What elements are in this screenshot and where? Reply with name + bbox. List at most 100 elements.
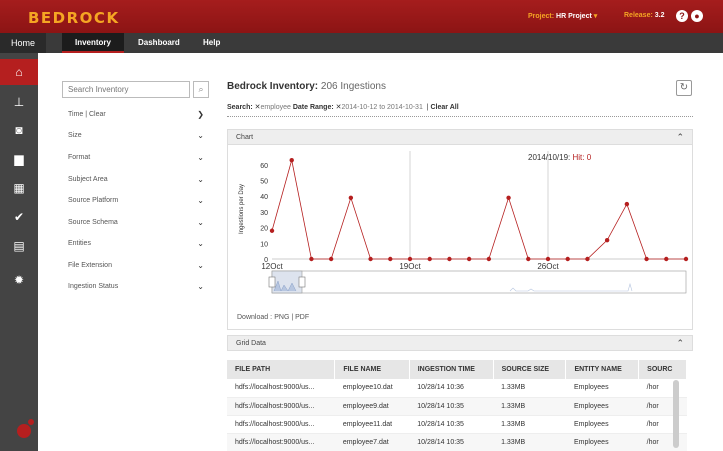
refresh-icon[interactable]: ↻ <box>676 80 692 96</box>
tab-inventory[interactable]: Inventory <box>62 33 124 53</box>
project-selector[interactable]: Project: HR Project ▾ <box>528 12 597 20</box>
data-point <box>683 256 689 262</box>
table-cell: Employees <box>565 397 639 416</box>
column-header[interactable]: FILE PATH <box>227 360 336 379</box>
range-navigator <box>271 270 687 294</box>
search-label: Search: <box>227 104 253 111</box>
table-cell: hdfs://localhost:9000/us... <box>227 433 335 451</box>
table-cell: /hor <box>638 415 687 434</box>
table-row[interactable]: hdfs://localhost:9000/us... employee10.da… <box>227 379 687 398</box>
data-point <box>348 195 354 200</box>
y-tick-label: 60 <box>260 163 268 170</box>
table-cell: 10/28/14 10:35 <box>409 397 494 416</box>
search-input[interactable] <box>62 81 190 98</box>
data-point <box>585 256 590 262</box>
facet-size[interactable]: Size ⌄ <box>68 131 208 144</box>
lineage-icon[interactable]: ⊥ <box>0 89 38 115</box>
panel-title: Grid Data <box>236 340 266 347</box>
date-range-label: Date Range: <box>292 104 334 111</box>
table-row[interactable]: hdfs://localhost:9000/us... employee9.dat… <box>227 397 687 416</box>
help-icon[interactable]: ? <box>676 10 688 22</box>
ingestion-chart[interactable]: 0102030405060Ingestions per Day12Oct 19Oc… <box>228 145 694 330</box>
home-icon[interactable]: ⌂ <box>0 59 38 85</box>
facet-source-schema[interactable]: Source Schema ⌄ <box>68 218 208 231</box>
time-filter[interactable]: Time | Clear <box>68 111 106 118</box>
facet-entities[interactable]: Entities ⌄ <box>68 239 208 252</box>
user-icon[interactable]: ● <box>691 10 703 22</box>
tooltip-date: 2014/10/19: <box>528 153 572 162</box>
chevron-down-icon: ⌄ <box>197 282 204 291</box>
grid-icon[interactable]: ▦ <box>0 175 38 201</box>
table-cell: employee9.dat <box>334 397 410 416</box>
table-cell: Employees <box>565 379 639 398</box>
grid-scrollbar[interactable] <box>673 380 679 448</box>
app-logo[interactable]: BEDROCK <box>28 9 120 27</box>
facet-label: File Extension <box>68 262 112 269</box>
column-header[interactable]: SOURCE SIZE <box>493 360 567 379</box>
table-cell: employee11.dat <box>334 415 410 434</box>
facet-format[interactable]: Format ⌄ <box>68 153 208 166</box>
chevron-down-icon: ⌄ <box>197 175 204 184</box>
facet-source-platform[interactable]: Source Platform ⌄ <box>68 196 208 209</box>
table-cell: Employees <box>565 433 639 451</box>
search-icon[interactable]: ⌕ <box>193 81 209 98</box>
inventory-icon[interactable]: ◙ <box>0 117 38 143</box>
table-cell: 1.33MB <box>493 379 566 398</box>
table-cell: Employees <box>565 415 639 434</box>
data-point <box>545 256 551 262</box>
data-point <box>368 256 373 262</box>
clear-all-link[interactable]: Clear All <box>431 104 459 111</box>
time-chevron-icon[interactable]: ❯ <box>196 110 208 123</box>
facet-label: Subject Area <box>68 176 108 183</box>
download-links[interactable]: PNG | PDF <box>274 314 309 321</box>
column-header[interactable]: ENTITY NAME <box>565 360 640 379</box>
chart-panel-header[interactable]: Chart ⌃ <box>227 129 693 145</box>
table-cell: employee10.dat <box>334 379 410 398</box>
clipboard-icon[interactable]: ▤ <box>0 233 38 259</box>
table-row[interactable]: hdfs://localhost:9000/us... employee11.da… <box>227 415 687 434</box>
chart-panel: 0 10 20 30 40 50 60 Ingestions per Day 12Oct 19Oc… <box>227 145 693 330</box>
collapse-icon[interactable]: ⌃ <box>676 132 684 143</box>
collapse-icon[interactable]: ⌃ <box>676 338 684 349</box>
chevron-down-icon: ⌄ <box>197 261 204 270</box>
facet-ingestion-status[interactable]: Ingestion Status ⌄ <box>68 282 208 295</box>
nav-home[interactable]: Home <box>0 33 46 53</box>
panel-title: Chart <box>236 134 254 141</box>
bedrock-logo-dot <box>28 419 34 425</box>
facet-file-extension[interactable]: File Extension ⌄ <box>68 261 208 274</box>
settings-icon[interactable]: ✹ <box>0 267 38 293</box>
side-rail: ⌂ ⊥ ◙ ▆ ▦ ✔ ▤ ✹ <box>0 53 38 451</box>
y-tick-label: 50 <box>260 179 268 186</box>
facet-label: Size <box>68 132 82 139</box>
facet-label: Source Schema <box>68 219 118 226</box>
briefcase-icon[interactable]: ▆ <box>0 146 38 172</box>
release-label: Release: <box>624 12 653 19</box>
table-row[interactable]: hdfs://localhost:9000/us... employee7.dat… <box>227 433 687 451</box>
release-value: 3.2 <box>654 12 665 19</box>
facet-label: Ingestion Status <box>68 283 119 290</box>
facet-subject-area[interactable]: Subject Area ⌄ <box>68 175 208 188</box>
grid-panel-header[interactable]: Grid Data ⌃ <box>227 335 693 351</box>
download-label: Download : <box>237 314 273 321</box>
table-cell: 1.33MB <box>493 433 566 451</box>
data-point <box>447 256 452 262</box>
table-cell: /hor <box>638 397 687 416</box>
chart-tooltip: 2014/10/19: Hit: 0 <box>528 153 592 162</box>
table-cell: hdfs://localhost:9000/us... <box>227 379 335 398</box>
data-point <box>624 201 630 207</box>
tab-dashboard[interactable]: Dashboard <box>138 33 180 53</box>
tab-help[interactable]: Help <box>203 33 220 53</box>
ingestion-count: 206 Ingestions <box>320 81 386 92</box>
y-tick-label: 30 <box>260 210 268 217</box>
column-header[interactable]: SOURC <box>638 360 687 379</box>
column-header[interactable]: FILE NAME <box>334 360 410 379</box>
tooltip-hit: Hit: 0 <box>572 153 591 162</box>
check-icon[interactable]: ✔ <box>0 204 38 230</box>
data-point <box>526 256 531 262</box>
chevron-down-icon: ⌄ <box>197 218 204 227</box>
column-header[interactable]: INGESTION TIME <box>409 360 494 379</box>
series-line <box>271 160 686 260</box>
table-cell: /hor <box>638 379 687 398</box>
chevron-down-icon: ⌄ <box>197 153 204 162</box>
data-point <box>466 256 472 262</box>
